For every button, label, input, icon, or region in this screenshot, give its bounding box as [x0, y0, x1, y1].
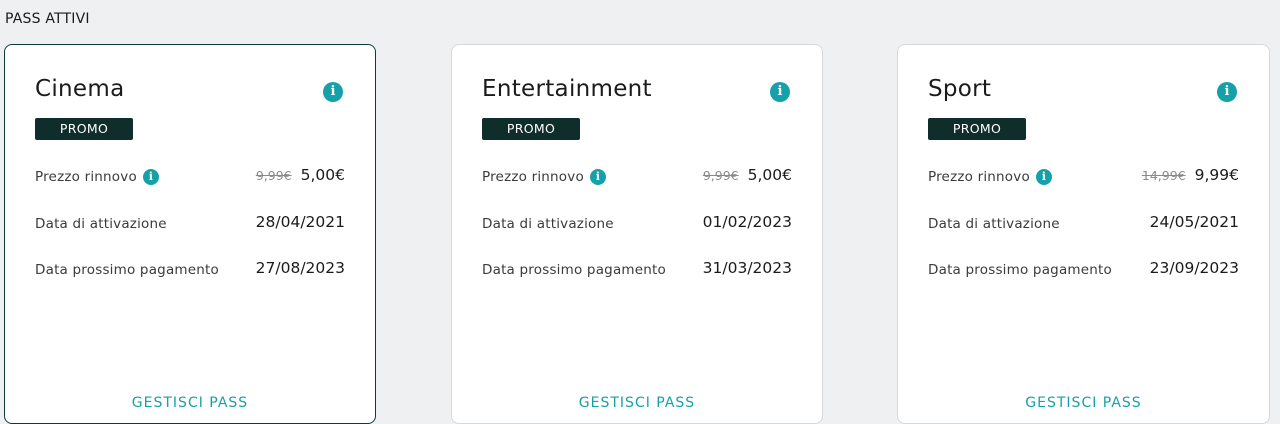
card-title: Entertainment	[482, 76, 652, 102]
activation-date-value: 01/02/2023	[702, 213, 792, 231]
new-price: 5,00€	[300, 166, 345, 184]
renewal-price-value: 14,99€ 9,99€	[1142, 166, 1239, 184]
activation-date-label: Data di attivazione	[35, 216, 167, 232]
renewal-price-row: Prezzo rinnovo i 9,99€ 5,00€	[482, 165, 792, 185]
pass-card-sport[interactable]: Sport i PROMO Prezzo rinnovo i 14,99€ 9,…	[897, 44, 1270, 424]
next-payment-label: Data prossimo pagamento	[928, 262, 1112, 278]
new-price: 5,00€	[747, 166, 792, 184]
section-title: PASS ATTIVI	[5, 11, 90, 27]
manage-pass-link[interactable]: GESTISCI PASS	[452, 395, 822, 411]
info-icon[interactable]: i	[1035, 169, 1052, 185]
next-payment-value: 23/09/2023	[1149, 259, 1239, 277]
info-icon[interactable]: i	[323, 82, 343, 102]
activation-date-row: Data di attivazione 01/02/2023	[482, 212, 792, 232]
next-payment-row: Data prossimo pagamento 27/08/2023	[35, 258, 345, 278]
old-price: 9,99€	[255, 168, 292, 183]
activation-date-label: Data di attivazione	[928, 216, 1060, 232]
promo-badge: PROMO	[35, 118, 133, 140]
info-icon[interactable]: i	[589, 169, 606, 185]
activation-date-value: 24/05/2021	[1149, 213, 1239, 231]
renewal-price-label: Prezzo rinnovo	[928, 169, 1030, 185]
renewal-price-label: Prezzo rinnovo	[35, 169, 137, 185]
activation-date-label: Data di attivazione	[482, 216, 614, 232]
renewal-price-label-group: Prezzo rinnovo i	[35, 165, 159, 185]
renewal-price-label: Prezzo rinnovo	[482, 169, 584, 185]
pass-card-cinema[interactable]: Cinema i PROMO Prezzo rinnovo i 9,99€ 5,…	[4, 44, 376, 424]
manage-pass-link[interactable]: GESTISCI PASS	[898, 395, 1269, 411]
activation-date-row: Data di attivazione 28/04/2021	[35, 212, 345, 232]
next-payment-label: Data prossimo pagamento	[35, 262, 219, 278]
renewal-price-row: Prezzo rinnovo i 9,99€ 5,00€	[35, 165, 345, 185]
card-title: Cinema	[35, 76, 125, 102]
activation-date-value: 28/04/2021	[255, 213, 345, 231]
info-icon[interactable]: i	[1217, 82, 1237, 102]
renewal-price-row: Prezzo rinnovo i 14,99€ 9,99€	[928, 165, 1239, 185]
manage-pass-link[interactable]: GESTISCI PASS	[5, 395, 375, 411]
old-price: 14,99€	[1141, 168, 1186, 183]
renewal-price-value: 9,99€ 5,00€	[703, 166, 792, 184]
next-payment-row: Data prossimo pagamento 23/09/2023	[928, 258, 1239, 278]
pass-card-entertainment[interactable]: Entertainment i PROMO Prezzo rinnovo i 9…	[451, 44, 823, 424]
info-icon[interactable]: i	[142, 169, 159, 185]
promo-badge: PROMO	[482, 118, 580, 140]
activation-date-row: Data di attivazione 24/05/2021	[928, 212, 1239, 232]
promo-badge: PROMO	[928, 118, 1026, 140]
next-payment-value: 27/08/2023	[255, 259, 345, 277]
info-icon[interactable]: i	[770, 82, 790, 102]
next-payment-label: Data prossimo pagamento	[482, 262, 666, 278]
next-payment-value: 31/03/2023	[702, 259, 792, 277]
old-price: 9,99€	[702, 168, 739, 183]
renewal-price-value: 9,99€ 5,00€	[256, 166, 345, 184]
new-price: 9,99€	[1194, 166, 1239, 184]
renewal-price-label-group: Prezzo rinnovo i	[928, 165, 1052, 185]
next-payment-row: Data prossimo pagamento 31/03/2023	[482, 258, 792, 278]
card-title: Sport	[928, 76, 992, 102]
renewal-price-label-group: Prezzo rinnovo i	[482, 165, 606, 185]
